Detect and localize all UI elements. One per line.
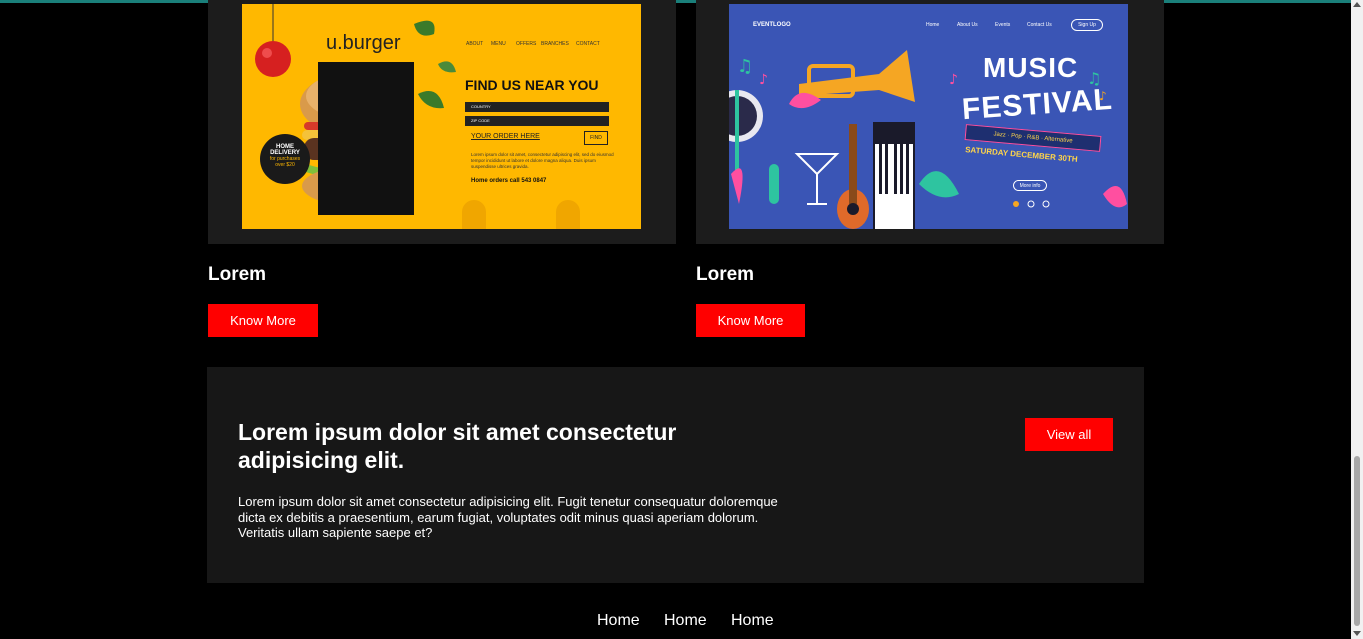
burger-logo: u.burger: [326, 32, 401, 54]
burger-nav-branches: BRANCHES: [541, 41, 569, 47]
promo-section: Lorem ipsum dolor sit amet consectetur a…: [207, 367, 1144, 583]
festival-nav-events: Events: [995, 22, 1011, 28]
promo-title: Lorem ipsum dolor sit amet consectetur a…: [238, 419, 677, 473]
svg-text:♪: ♪: [759, 72, 768, 88]
festival-nav-home: Home: [926, 22, 940, 28]
festival-title-music: MUSIC: [983, 52, 1079, 83]
footer-link-home-2[interactable]: Home: [664, 612, 707, 630]
burger-delivery-badge: HOME DELIVERY for purchases over $20: [260, 134, 310, 184]
festival-signup-button: Sign Up: [1071, 19, 1103, 31]
scroll-down-arrow-icon[interactable]: [1353, 631, 1361, 636]
footer-link-home-3[interactable]: Home: [731, 612, 774, 630]
scrollbar-thumb[interactable]: [1354, 456, 1360, 626]
burger-find-button: FIND: [584, 131, 608, 145]
card-image-burger[interactable]: u.burger ABOUT MENU OFFERS BRANCHES CONT…: [242, 4, 641, 229]
festival-nav-about: About Us: [957, 22, 978, 28]
burger-nav-contact: CONTACT: [576, 41, 600, 47]
promo-text: Lorem ipsum dolor sit amet consectetur a…: [238, 494, 778, 540]
know-more-button-1[interactable]: Know More: [208, 304, 318, 337]
burger-phone: Home orders call 543 0847: [471, 178, 547, 184]
badge-line-4: over $20: [275, 162, 295, 168]
know-more-button-2[interactable]: Know More: [696, 304, 805, 337]
burger-nav-offers: OFFERS: [516, 41, 537, 47]
burger-heading: FIND US NEAR YOU: [465, 77, 599, 93]
scroll-up-arrow-icon[interactable]: [1353, 2, 1361, 7]
burger-paragraph: Lorem ipsum dolor sit amet, consectetur …: [471, 152, 614, 169]
card-title-1: Lorem: [208, 264, 267, 285]
page-scrollbar[interactable]: [1351, 0, 1363, 639]
burger-image-dark-panel: [318, 62, 414, 215]
svg-text:♪: ♪: [949, 72, 958, 88]
burger-nav-about: ABOUT: [466, 41, 484, 47]
burger-nav-menu: MENU: [491, 41, 506, 47]
burger-zip-select: ZIP CODE: [465, 116, 609, 126]
burger-order-link: YOUR ORDER HERE: [471, 133, 540, 140]
svg-text:♫: ♫: [737, 56, 753, 77]
footer-link-home-1[interactable]: Home: [597, 612, 640, 630]
card-title-2: Lorem: [696, 264, 755, 285]
burger-country-select: COUNTRY: [465, 102, 609, 112]
festival-nav-contact: Contact Us: [1027, 22, 1052, 28]
view-all-button[interactable]: View all: [1025, 418, 1113, 451]
card-image-festival[interactable]: ♫ ♪ ♪ ♫ ♪ EVENTLOGO Home About Us Events…: [729, 4, 1128, 229]
festival-logo: EVENTLOGO: [753, 22, 791, 28]
festival-more-info-button: More info: [1013, 180, 1047, 191]
